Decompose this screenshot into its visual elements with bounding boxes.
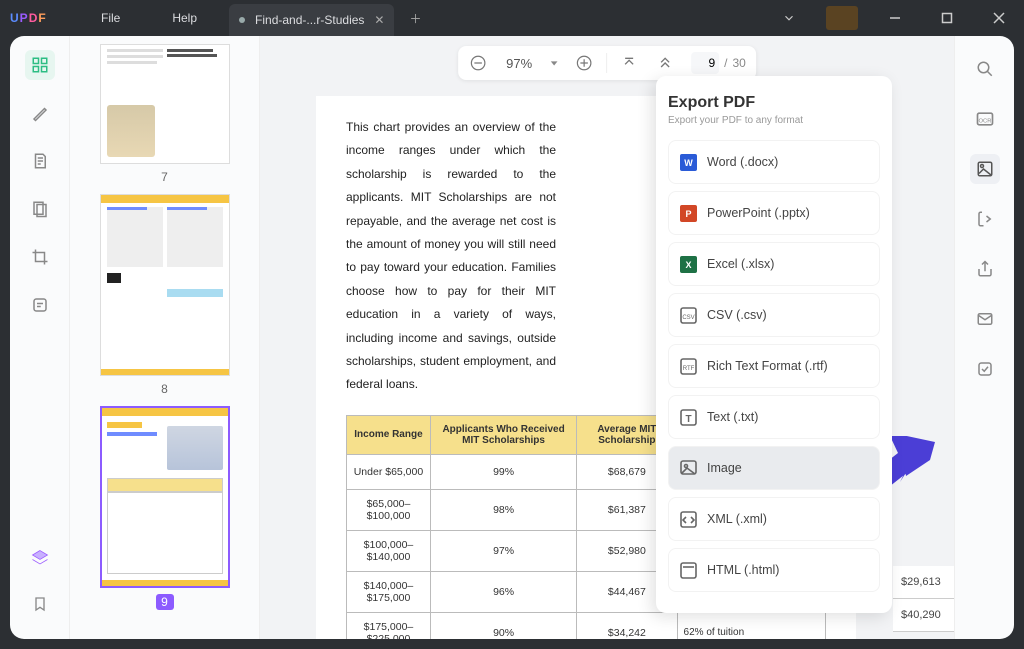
zoom-level: 97% (500, 56, 538, 71)
zoom-in-button[interactable] (570, 49, 598, 77)
svg-text:W: W (684, 158, 693, 168)
svg-text:RTF: RTF (682, 366, 694, 372)
document-tab[interactable]: Find-and-...r-Studies ✕ (229, 4, 394, 36)
export-option-txt[interactable]: TText (.txt) (668, 395, 880, 439)
export-option-image[interactable]: Image (668, 446, 880, 490)
menu-help[interactable]: Help (146, 0, 223, 36)
svg-text:T: T (685, 414, 691, 425)
new-tab-button[interactable]: ＋ (402, 5, 428, 31)
form-tool-icon[interactable] (25, 290, 55, 320)
word-icon: W (679, 153, 697, 171)
viewer-toolbar: 97% / 30 (458, 46, 756, 80)
app-logo: UPDF (0, 11, 60, 25)
table-header: Applicants Who Received MIT Scholarships (430, 415, 576, 454)
export-icon[interactable] (970, 154, 1000, 184)
zoom-out-button[interactable] (464, 49, 492, 77)
export-subtitle: Export your PDF to any format (668, 115, 880, 126)
first-page-button[interactable] (615, 49, 643, 77)
brand-badge (826, 6, 858, 30)
rtf-icon: RTF (679, 357, 697, 375)
thumbnail-page-9[interactable] (100, 406, 230, 588)
email-icon[interactable] (970, 304, 1000, 334)
thumbnail-panel[interactable]: 7 8 (70, 36, 260, 639)
minimize-button[interactable] (872, 0, 918, 36)
convert-icon[interactable] (970, 204, 1000, 234)
layers-icon[interactable] (25, 543, 55, 573)
page-tool-icon[interactable] (25, 194, 55, 224)
html-icon (679, 561, 697, 579)
table-extra-cells: $29,613 $40,290 (893, 566, 954, 639)
right-rail: OCR (954, 36, 1014, 639)
export-panel: Export PDF Export your PDF to any format… (656, 76, 892, 613)
export-option-csv[interactable]: CSVCSV (.csv) (668, 293, 880, 337)
export-option-excel[interactable]: XExcel (.xlsx) (668, 242, 880, 286)
zoom-dropdown-icon[interactable] (546, 49, 562, 77)
excel-icon: X (679, 255, 697, 273)
svg-text:P: P (685, 209, 691, 219)
maximize-button[interactable] (924, 0, 970, 36)
titlebar: UPDF File Help Find-and-...r-Studies ✕ ＋ (0, 0, 1024, 36)
crop-tool-icon[interactable] (25, 242, 55, 272)
app-body: 7 8 (10, 36, 1014, 639)
page-current-input[interactable] (691, 52, 719, 74)
tab-title: Find-and-...r-Studies (255, 13, 364, 27)
chevron-down-icon[interactable] (766, 0, 812, 36)
export-option-html[interactable]: HTML (.html) (668, 548, 880, 592)
tab-close-icon[interactable]: ✕ (374, 13, 384, 27)
bookmark-icon[interactable] (25, 589, 55, 619)
svg-text:OCR: OCR (978, 118, 991, 124)
highlight-tool-icon[interactable] (25, 98, 55, 128)
main-viewer: 97% / 30 This chart provides an overview… (260, 36, 954, 639)
search-icon[interactable] (970, 54, 1000, 84)
thumbnail-number-selected: 9 (156, 594, 174, 610)
image-icon (679, 459, 697, 477)
export-option-xml[interactable]: XML (.xml) (668, 497, 880, 541)
save-icon[interactable] (970, 354, 1000, 384)
thumbnails-tool-icon[interactable] (25, 50, 55, 80)
thumbnail-page-7[interactable] (100, 44, 230, 164)
thumbnail-number: 7 (88, 170, 241, 184)
powerpoint-icon: P (679, 204, 697, 222)
export-option-powerpoint[interactable]: PPowerPoint (.pptx) (668, 191, 880, 235)
xml-icon (679, 510, 697, 528)
edit-tool-icon[interactable] (25, 146, 55, 176)
csv-icon: CSV (679, 306, 697, 324)
export-title: Export PDF (668, 94, 880, 112)
close-button[interactable] (976, 0, 1022, 36)
export-option-rtf[interactable]: RTFRich Text Format (.rtf) (668, 344, 880, 388)
export-option-word[interactable]: WWord (.docx) (668, 140, 880, 184)
document-paragraph: This chart provides an overview of the i… (346, 116, 556, 397)
table-header: Income Range (347, 415, 431, 454)
prev-page-button[interactable] (651, 49, 679, 77)
table-row: $175,000–$225,00090%$34,24262% of tuitio… (347, 612, 826, 639)
top-menu: File Help (75, 0, 223, 36)
ocr-icon[interactable]: OCR (970, 104, 1000, 134)
svg-text:X: X (685, 260, 691, 270)
thumbnail-page-8[interactable] (100, 194, 230, 376)
menu-file[interactable]: File (75, 0, 146, 36)
left-rail (10, 36, 70, 639)
thumbnail-number: 8 (88, 382, 241, 396)
svg-text:CSV: CSV (682, 315, 694, 321)
share-icon[interactable] (970, 254, 1000, 284)
text-icon: T (679, 408, 697, 426)
tab-indicator-icon (239, 17, 245, 23)
page-total: 30 (733, 56, 746, 70)
page-indicator: / 30 (687, 52, 750, 74)
